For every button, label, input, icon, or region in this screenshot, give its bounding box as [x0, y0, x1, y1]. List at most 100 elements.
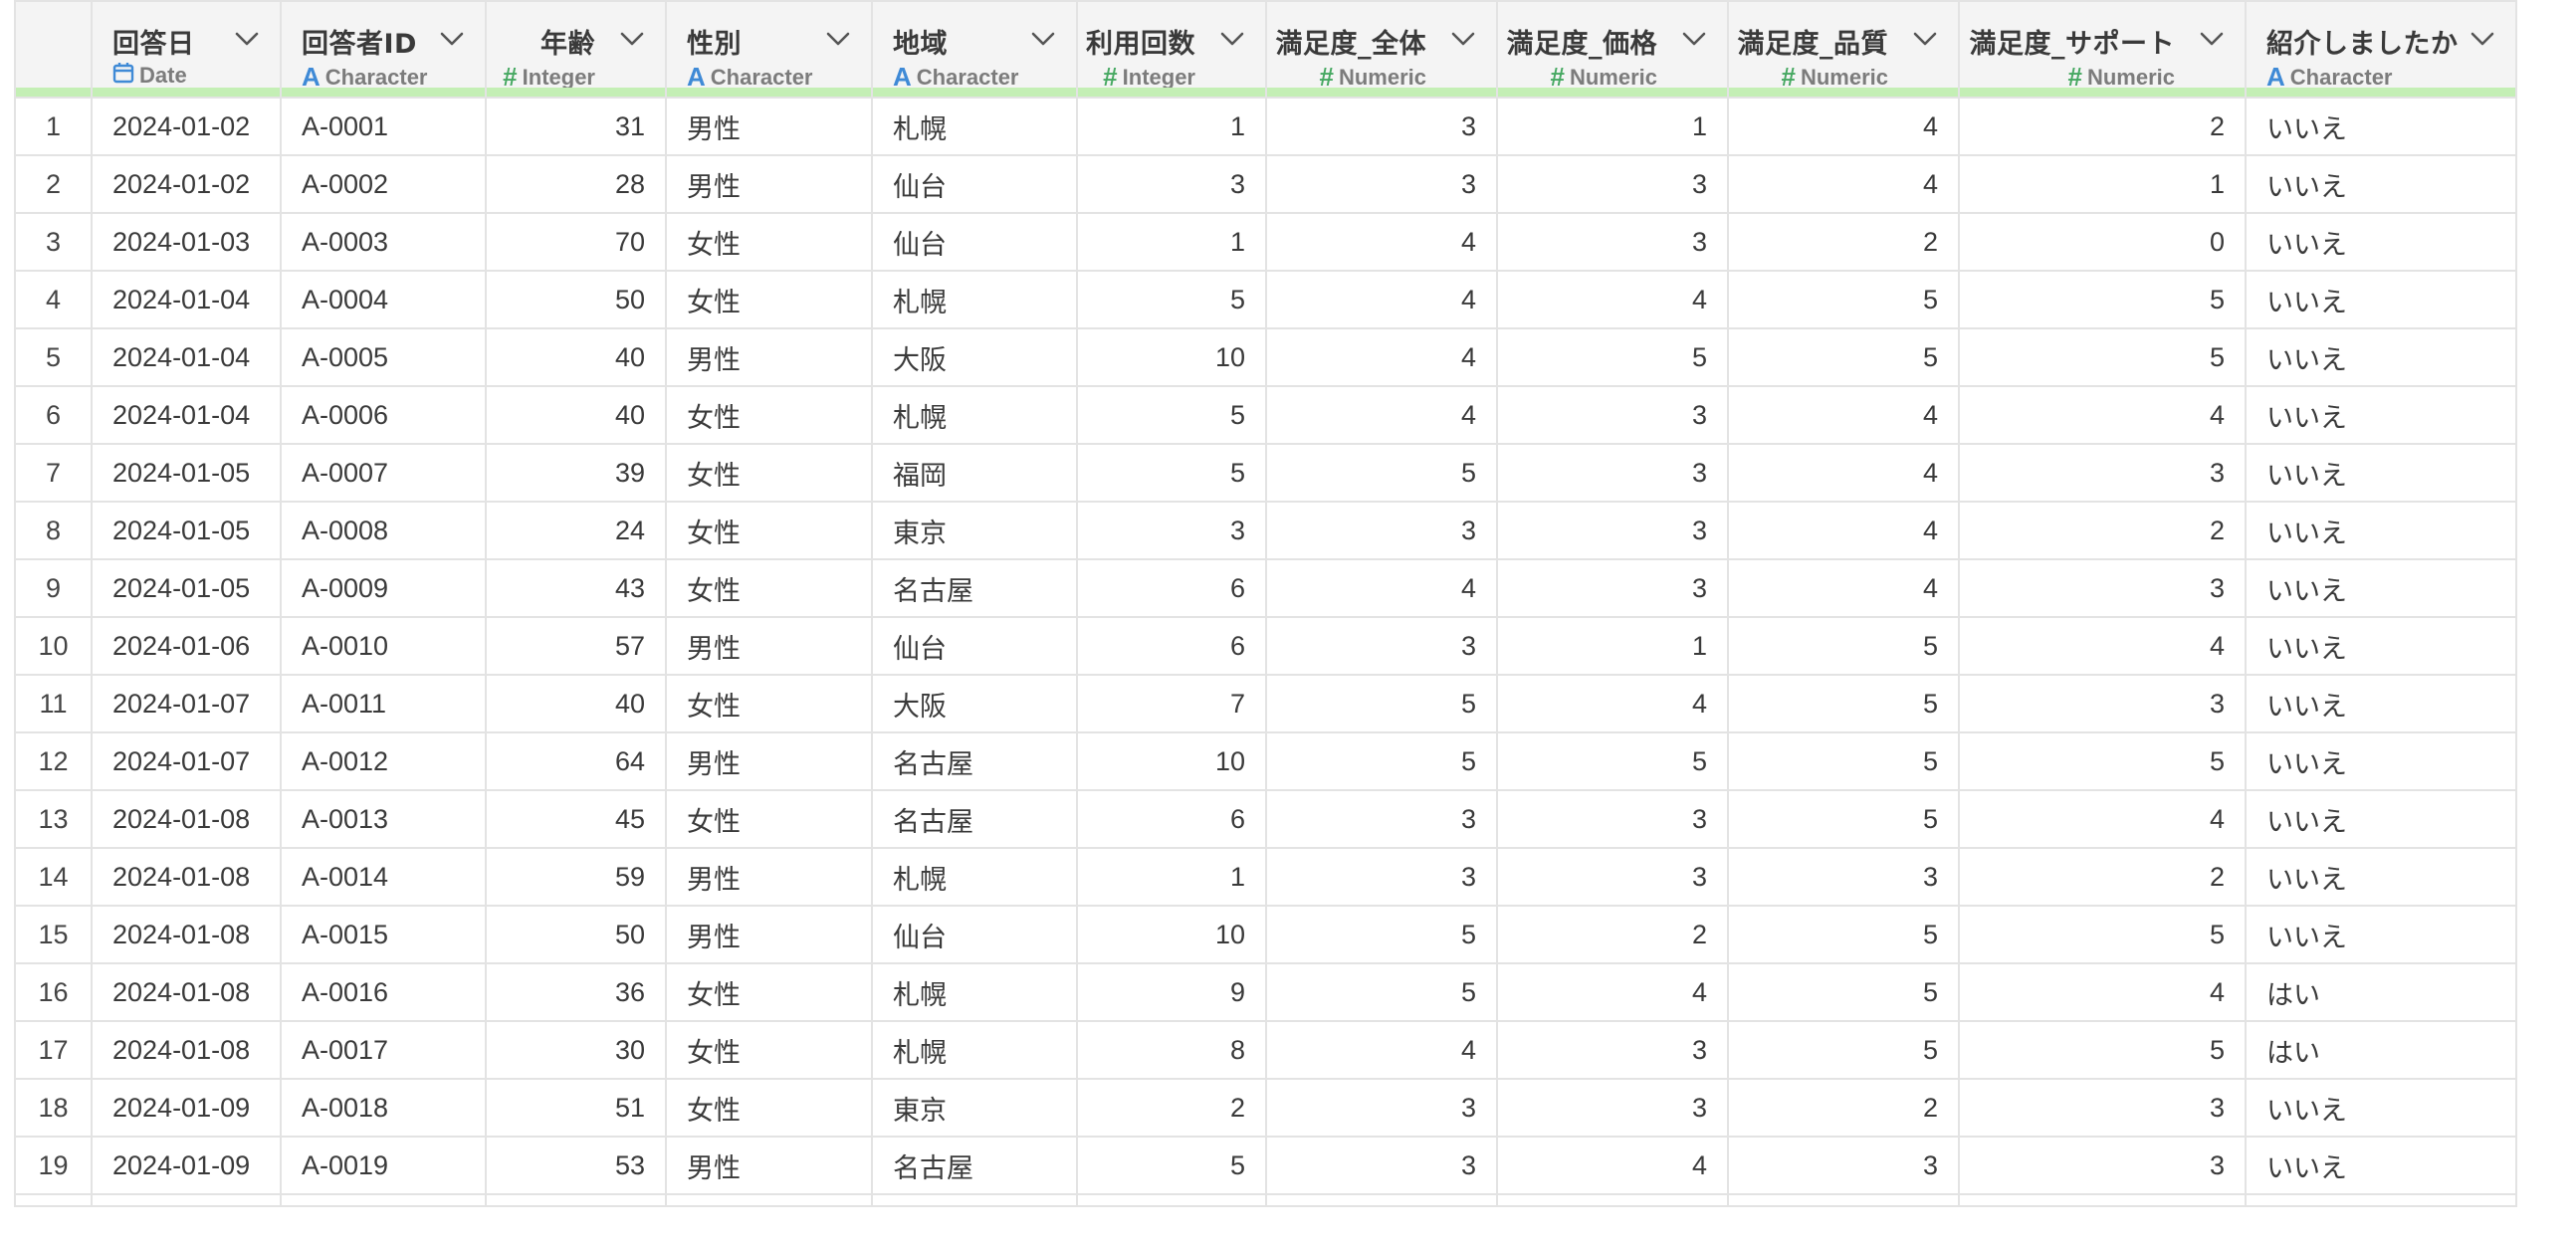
- table-cell[interactable]: 仙台: [871, 616, 1078, 676]
- table-cell[interactable]: 福岡: [871, 443, 1078, 503]
- table-cell[interactable]: 女性: [665, 789, 873, 849]
- table-cell[interactable]: 2024-01-06: [91, 616, 282, 676]
- table-cell[interactable]: 5: [1265, 731, 1498, 791]
- table-cell[interactable]: 2: [1076, 1078, 1267, 1138]
- table-row[interactable]: 13 2024-01-08 A-0013 45 女性 名古屋 6 3 3 5 4 いいえ: [14, 789, 2517, 849]
- table-row[interactable]: 11 2024-01-07 A-0011 40 女性 大阪 7 5 4 5 3 いいえ: [14, 674, 2517, 733]
- table-cell[interactable]: 43: [485, 558, 667, 618]
- table-cell[interactable]: 2024-01-05: [91, 501, 282, 560]
- table-cell[interactable]: いいえ: [2245, 385, 2517, 445]
- table-cell[interactable]: 5: [1496, 731, 1729, 791]
- table-cell[interactable]: 3: [1496, 847, 1729, 907]
- table-cell[interactable]: 2: [1958, 97, 2247, 156]
- table-cell[interactable]: 3: [1265, 1136, 1498, 1195]
- table-cell[interactable]: 51: [485, 1078, 667, 1138]
- table-cell[interactable]: いいえ: [2245, 674, 2517, 733]
- table-cell[interactable]: 4: [1496, 962, 1729, 1022]
- chevron-down-icon[interactable]: [2469, 30, 2495, 48]
- table-cell[interactable]: 女性: [665, 501, 873, 560]
- table-cell[interactable]: 1: [1496, 616, 1729, 676]
- table-cell[interactable]: 8: [1076, 1020, 1267, 1080]
- table-cell[interactable]: 男性: [665, 731, 873, 791]
- column-header[interactable]: 満足度_サポート # Numeric: [1958, 0, 2247, 99]
- table-cell[interactable]: 札幌: [871, 385, 1078, 445]
- table-row[interactable]: 7 2024-01-05 A-0007 39 女性 福岡 5 5 3 4 3 いいえ: [14, 443, 2517, 503]
- table-cell[interactable]: 4: [1265, 385, 1498, 445]
- table-cell[interactable]: 5: [1727, 962, 1960, 1022]
- table-row[interactable]: 17 2024-01-08 A-0017 30 女性 札幌 8 4 3 5 5 はい: [14, 1020, 2517, 1080]
- chevron-down-icon[interactable]: [439, 30, 465, 48]
- table-cell[interactable]: はい: [2245, 962, 2517, 1022]
- table-cell[interactable]: A-0019: [280, 1136, 487, 1195]
- table-cell[interactable]: 2: [1727, 1078, 1960, 1138]
- table-row[interactable]: 14 2024-01-08 A-0014 59 男性 札幌 1 3 3 3 2 いいえ: [14, 847, 2517, 907]
- table-cell[interactable]: いいえ: [2245, 212, 2517, 272]
- table-cell[interactable]: 3: [1265, 616, 1498, 676]
- table-cell[interactable]: 仙台: [871, 212, 1078, 272]
- table-cell[interactable]: 6: [1076, 789, 1267, 849]
- chevron-down-icon[interactable]: [234, 30, 260, 48]
- table-row[interactable]: 4 2024-01-04 A-0004 50 女性 札幌 5 4 4 5 5 いいえ: [14, 270, 2517, 329]
- table-row[interactable]: 16 2024-01-08 A-0016 36 女性 札幌 9 5 4 5 4 はい: [14, 962, 2517, 1022]
- table-row[interactable]: 10 2024-01-06 A-0010 57 男性 仙台 6 3 1 5 4 いいえ: [14, 616, 2517, 676]
- table-cell[interactable]: 3: [1496, 443, 1729, 503]
- column-header[interactable]: 回答者ID A Character: [280, 0, 487, 99]
- table-cell[interactable]: 女性: [665, 558, 873, 618]
- table-row[interactable]: 9 2024-01-05 A-0009 43 女性 名古屋 6 4 3 4 3 いいえ: [14, 558, 2517, 618]
- table-cell[interactable]: いいえ: [2245, 327, 2517, 387]
- table-cell[interactable]: いいえ: [2245, 616, 2517, 676]
- table-cell[interactable]: 4: [1958, 385, 2247, 445]
- table-cell[interactable]: 4: [1958, 616, 2247, 676]
- table-cell[interactable]: 10: [1076, 327, 1267, 387]
- table-cell[interactable]: 男性: [665, 97, 873, 156]
- table-cell[interactable]: 5: [1076, 443, 1267, 503]
- table-cell[interactable]: 4: [1727, 443, 1960, 503]
- column-header[interactable]: 満足度_全体 # Numeric: [1265, 0, 1498, 99]
- table-cell[interactable]: 4: [1958, 789, 2247, 849]
- table-cell[interactable]: 3: [1265, 97, 1498, 156]
- table-cell[interactable]: 2024-01-05: [91, 558, 282, 618]
- table-cell[interactable]: 5: [1958, 731, 2247, 791]
- table-cell[interactable]: 5: [1265, 962, 1498, 1022]
- table-cell[interactable]: 5: [1727, 674, 1960, 733]
- table-cell[interactable]: 東京: [871, 1078, 1078, 1138]
- table-cell[interactable]: 男性: [665, 154, 873, 214]
- column-header[interactable]: 地域 A Character: [871, 0, 1078, 99]
- table-cell[interactable]: 3: [1727, 847, 1960, 907]
- table-cell[interactable]: 3: [1958, 558, 2247, 618]
- table-cell[interactable]: 4: [1265, 558, 1498, 618]
- table-cell[interactable]: 5: [1265, 443, 1498, 503]
- table-cell[interactable]: 札幌: [871, 270, 1078, 329]
- table-cell[interactable]: 3: [1496, 154, 1729, 214]
- table-cell[interactable]: A-0017: [280, 1020, 487, 1080]
- table-cell[interactable]: 6: [1076, 558, 1267, 618]
- table-cell[interactable]: いいえ: [2245, 558, 2517, 618]
- table-cell[interactable]: 2024-01-04: [91, 385, 282, 445]
- table-cell[interactable]: 2024-01-03: [91, 212, 282, 272]
- table-cell[interactable]: 2024-01-07: [91, 731, 282, 791]
- chevron-down-icon[interactable]: [1912, 30, 1938, 48]
- table-cell[interactable]: 5: [1958, 327, 2247, 387]
- table-cell[interactable]: 3: [1496, 1078, 1729, 1138]
- table-cell[interactable]: 2: [1496, 905, 1729, 964]
- table-cell[interactable]: 40: [485, 385, 667, 445]
- table-cell[interactable]: 3: [1076, 154, 1267, 214]
- table-cell[interactable]: 5: [1727, 731, 1960, 791]
- column-header[interactable]: 満足度_品質 # Numeric: [1727, 0, 1960, 99]
- table-cell[interactable]: いいえ: [2245, 443, 2517, 503]
- table-cell[interactable]: A-0013: [280, 789, 487, 849]
- table-row[interactable]: 6 2024-01-04 A-0006 40 女性 札幌 5 4 3 4 4 いいえ: [14, 385, 2517, 445]
- table-cell[interactable]: 4: [1727, 558, 1960, 618]
- table-row[interactable]: 2 2024-01-02 A-0002 28 男性 仙台 3 3 3 4 1 いいえ: [14, 154, 2517, 214]
- table-cell[interactable]: 男性: [665, 847, 873, 907]
- table-cell[interactable]: 男性: [665, 905, 873, 964]
- table-cell[interactable]: いいえ: [2245, 905, 2517, 964]
- table-cell[interactable]: 4: [1496, 270, 1729, 329]
- column-header[interactable]: 回答日 Date: [91, 0, 282, 99]
- table-cell[interactable]: A-0008: [280, 501, 487, 560]
- table-cell[interactable]: 名古屋: [871, 789, 1078, 849]
- table-cell[interactable]: 3: [1265, 501, 1498, 560]
- table-cell[interactable]: 2024-01-08: [91, 847, 282, 907]
- table-cell[interactable]: 4: [1265, 212, 1498, 272]
- table-cell[interactable]: 3: [1958, 1136, 2247, 1195]
